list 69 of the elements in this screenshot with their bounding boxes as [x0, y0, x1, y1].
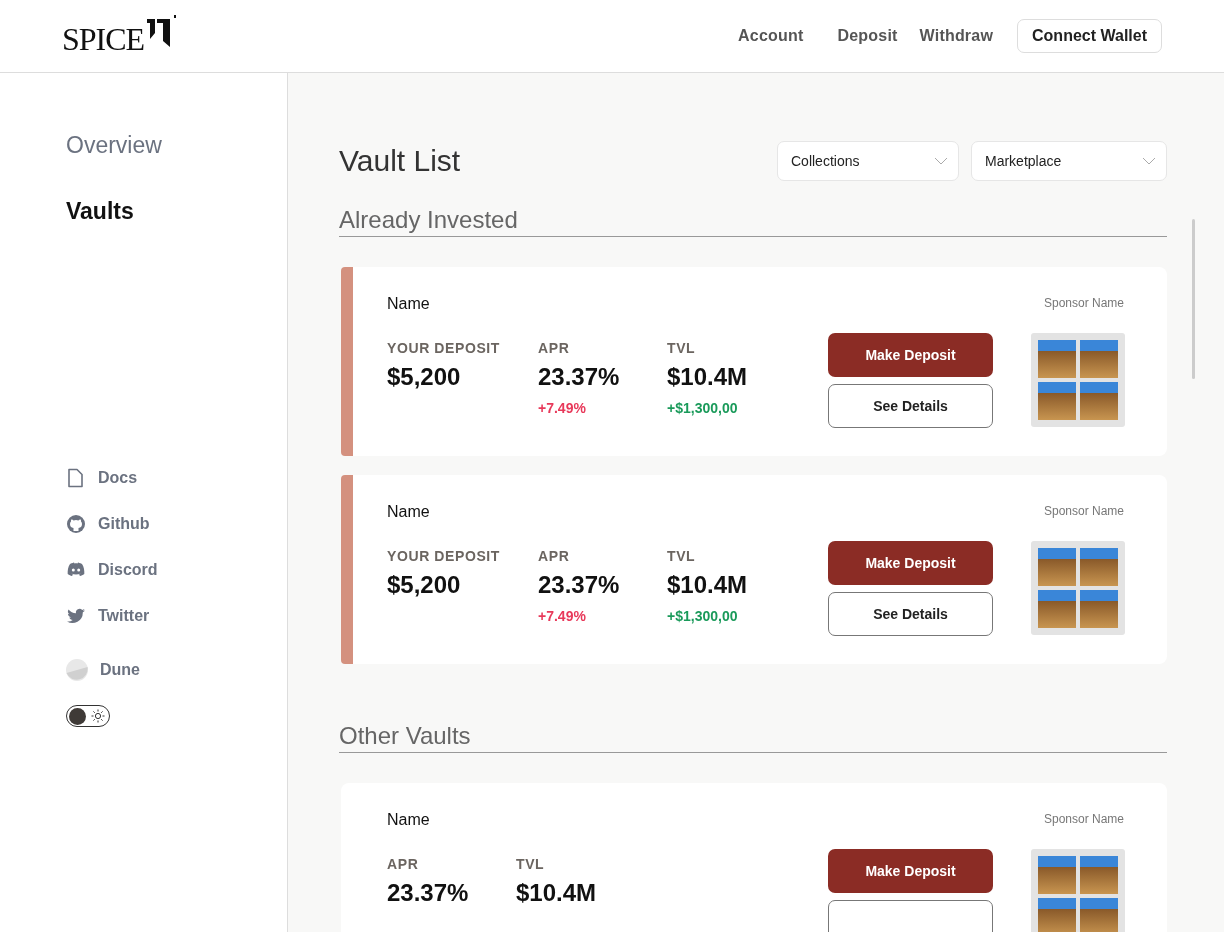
photo-placeholder: [1080, 898, 1118, 932]
photo-placeholder: [1080, 340, 1118, 378]
vault-name: Name: [387, 295, 430, 313]
sun-icon: [91, 709, 105, 723]
metric-label: APR: [538, 548, 571, 564]
sidebar-link[interactable]: Github: [66, 501, 150, 547]
outline-button[interactable]: [828, 900, 993, 932]
photo-placeholder: [1038, 856, 1076, 894]
metric-change: +7.49%: [538, 608, 586, 624]
see-details-button[interactable]: See Details: [828, 384, 993, 428]
metric-change: +$1,300,00: [667, 608, 738, 624]
metric-label: APR: [387, 856, 420, 872]
photo-placeholder: [1038, 590, 1076, 628]
photo-placeholder: [1080, 548, 1118, 586]
nav-link[interactable]: Withdraw: [919, 27, 994, 45]
circle-icon: [66, 659, 88, 681]
section-title: Other Vaults: [339, 722, 1167, 753]
sponsor-name: Sponsor Name: [1043, 296, 1124, 310]
metric-label: TVL: [667, 340, 697, 356]
vault-name: Name: [387, 811, 430, 829]
make-deposit-button[interactable]: Make Deposit: [828, 333, 993, 377]
see-details-button[interactable]: See Details: [828, 592, 993, 636]
filter-dropdown[interactable]: Collections: [777, 141, 959, 181]
section-title: Already Invested: [339, 206, 1167, 237]
photo-placeholder: [1038, 382, 1076, 420]
metric-label: APR: [538, 340, 571, 356]
sponsor-name: Sponsor Name: [1043, 504, 1124, 518]
make-deposit-button[interactable]: Make Deposit: [828, 849, 993, 893]
metric-label: TVL: [516, 856, 546, 872]
document-icon: [66, 468, 86, 488]
photo-placeholder: [1038, 340, 1076, 378]
metric-value: 23.37%: [538, 363, 621, 391]
vault-name: Name: [387, 503, 430, 521]
sidebar-link[interactable]: Docs: [66, 455, 138, 501]
sponsor-name: Sponsor Name: [1043, 812, 1124, 826]
metric-value: $10.4M: [667, 363, 749, 391]
chevron-down-icon: [934, 157, 948, 165]
photo-placeholder: [1080, 856, 1118, 894]
metric-value: $10.4M: [516, 879, 598, 907]
sidebar-item[interactable]: Vaults: [66, 197, 287, 225]
metric-value: $10.4M: [667, 571, 749, 599]
filter-dropdown[interactable]: Marketplace: [971, 141, 1167, 181]
sidebar-link[interactable]: Discord: [66, 547, 158, 593]
connect-wallet-button[interactable]: Connect Wallet: [1017, 19, 1162, 53]
nav-link[interactable]: Deposit: [837, 27, 898, 45]
chevron-down-icon: [1142, 157, 1156, 165]
metric-label: YOUR DEPOSIT: [387, 548, 501, 564]
photo-placeholder: [1080, 590, 1118, 628]
photo-placeholder: [1080, 382, 1118, 420]
photo-placeholder: [1038, 548, 1076, 586]
nav-link[interactable]: Account: [738, 27, 804, 45]
metric-label: YOUR DEPOSIT: [387, 340, 501, 356]
bird-icon: [66, 606, 86, 626]
scrollbar[interactable]: [1192, 219, 1195, 379]
metric-change: +7.49%: [538, 400, 586, 416]
metric-label: TVL: [667, 548, 697, 564]
metric-value: $5,200: [387, 363, 462, 391]
logo-text: SPICE: [62, 20, 145, 58]
sidebar-link[interactable]: Dune: [66, 647, 140, 693]
page-title: Vault List: [339, 144, 461, 178]
metric-value: 23.37%: [387, 879, 470, 907]
metric-value: 23.37%: [538, 571, 621, 599]
sidebar-item[interactable]: Overview: [66, 131, 287, 159]
metric-value: $5,200: [387, 571, 462, 599]
metric-change: +$1,300,00: [667, 400, 738, 416]
github-icon: [66, 514, 86, 534]
sidebar-link[interactable]: Twitter: [66, 593, 150, 639]
make-deposit-button[interactable]: Make Deposit: [828, 541, 993, 585]
photo-placeholder: [1038, 898, 1076, 932]
